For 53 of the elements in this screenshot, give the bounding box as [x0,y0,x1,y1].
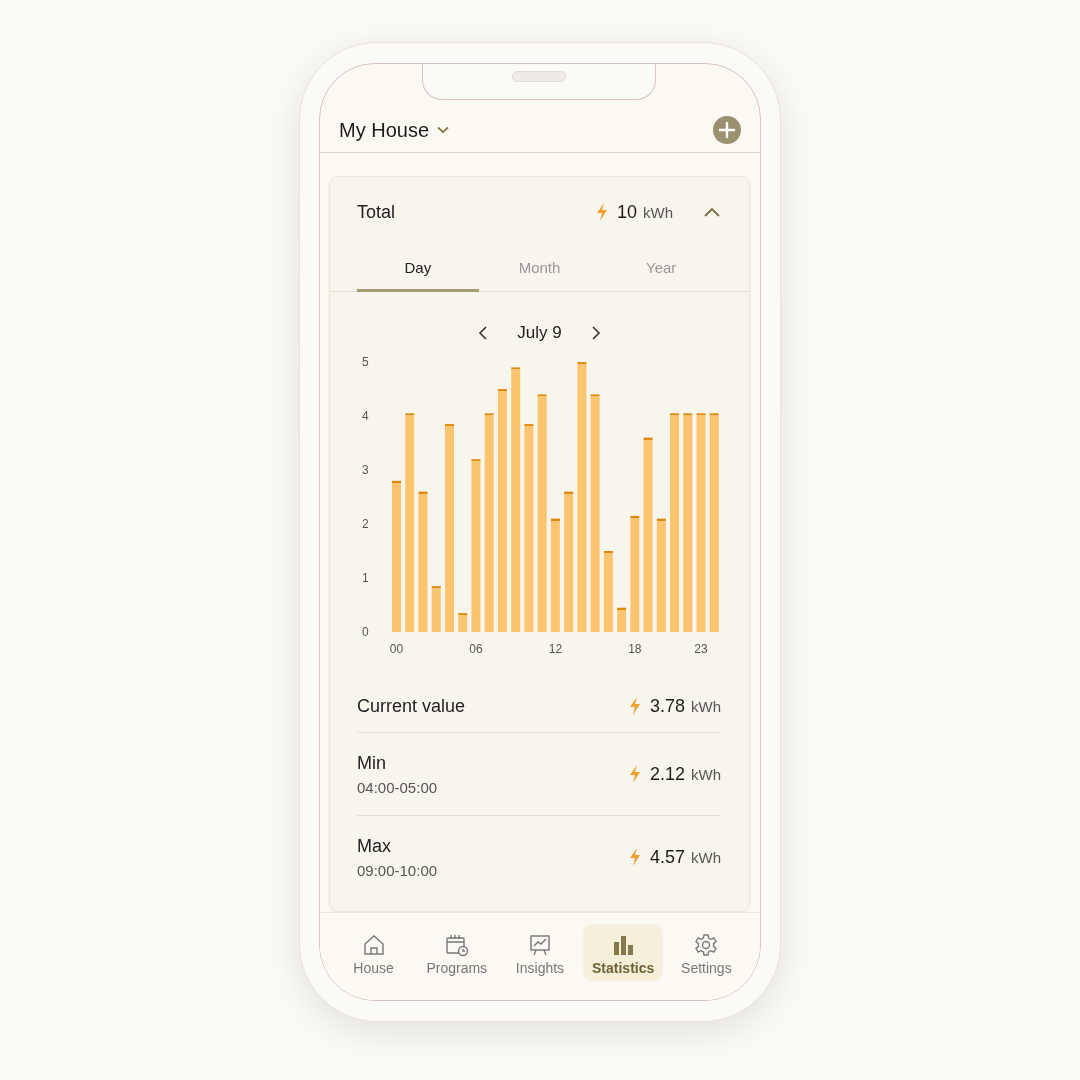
nav-item[interactable]: Settings [667,925,746,980]
add-button[interactable] [712,115,742,145]
house-selector[interactable]: My House [339,118,430,142]
stat-value: 4.57 [649,846,685,868]
y-axis-label: 5 [362,355,369,369]
unit-label: kWh [691,848,721,866]
period-tab[interactable]: Month [478,255,601,292]
nav-item[interactable]: Statistics [584,925,663,980]
lightning-icon [627,696,642,716]
stat-label: Current value [357,695,466,717]
unit-label: kWh [691,697,721,715]
date-label: July 9 [517,323,562,343]
stat-label: Min [357,752,387,774]
nav-item[interactable]: House [334,925,413,980]
time-range: 09:00-10:00 [357,861,438,879]
x-axis-label: 00 [389,642,404,656]
stat-label: Max [357,835,392,857]
period-tab[interactable]: Day [357,255,479,292]
y-axis-label: 4 [362,409,369,423]
y-axis-label: 3 [362,463,369,477]
time-range: 04:00-05:00 [357,778,438,796]
x-axis-label: 23 [694,642,708,656]
speaker-icon [512,71,566,82]
calendar-icon [444,933,469,957]
chart-board-icon [527,933,552,957]
x-axis-label: 12 [548,642,563,656]
lightning-icon [627,764,642,784]
period-tab[interactable]: Year [600,255,722,292]
bar [458,613,468,632]
stat-value: 3.78 [649,695,685,717]
nav-item[interactable]: Insights [500,925,579,980]
y-axis-label: 1 [362,571,369,585]
bar [617,607,627,632]
y-axis-label: 0 [362,625,369,639]
bar-chart-icon [611,933,636,957]
house-icon [361,933,386,957]
stat-value: 2.12 [649,763,685,785]
previous-icon[interactable] [477,325,490,341]
y-axis-label: 2 [362,517,369,531]
unit-label: kWh [691,765,721,783]
x-axis-label: 06 [469,642,483,656]
x-axis-label: 18 [628,642,642,656]
lightning-icon [594,202,609,222]
total-value: 10 [616,201,637,223]
lightning-icon [627,847,642,867]
bar [431,586,441,632]
settings-icon [694,933,719,957]
chevron-down-icon[interactable] [437,126,450,134]
unit-label: kWh [643,203,673,221]
total-label: Total [357,201,396,223]
next-icon[interactable] [589,325,602,341]
collapse-toggle[interactable] [703,206,721,218]
nav-item[interactable]: Programs [417,925,496,980]
